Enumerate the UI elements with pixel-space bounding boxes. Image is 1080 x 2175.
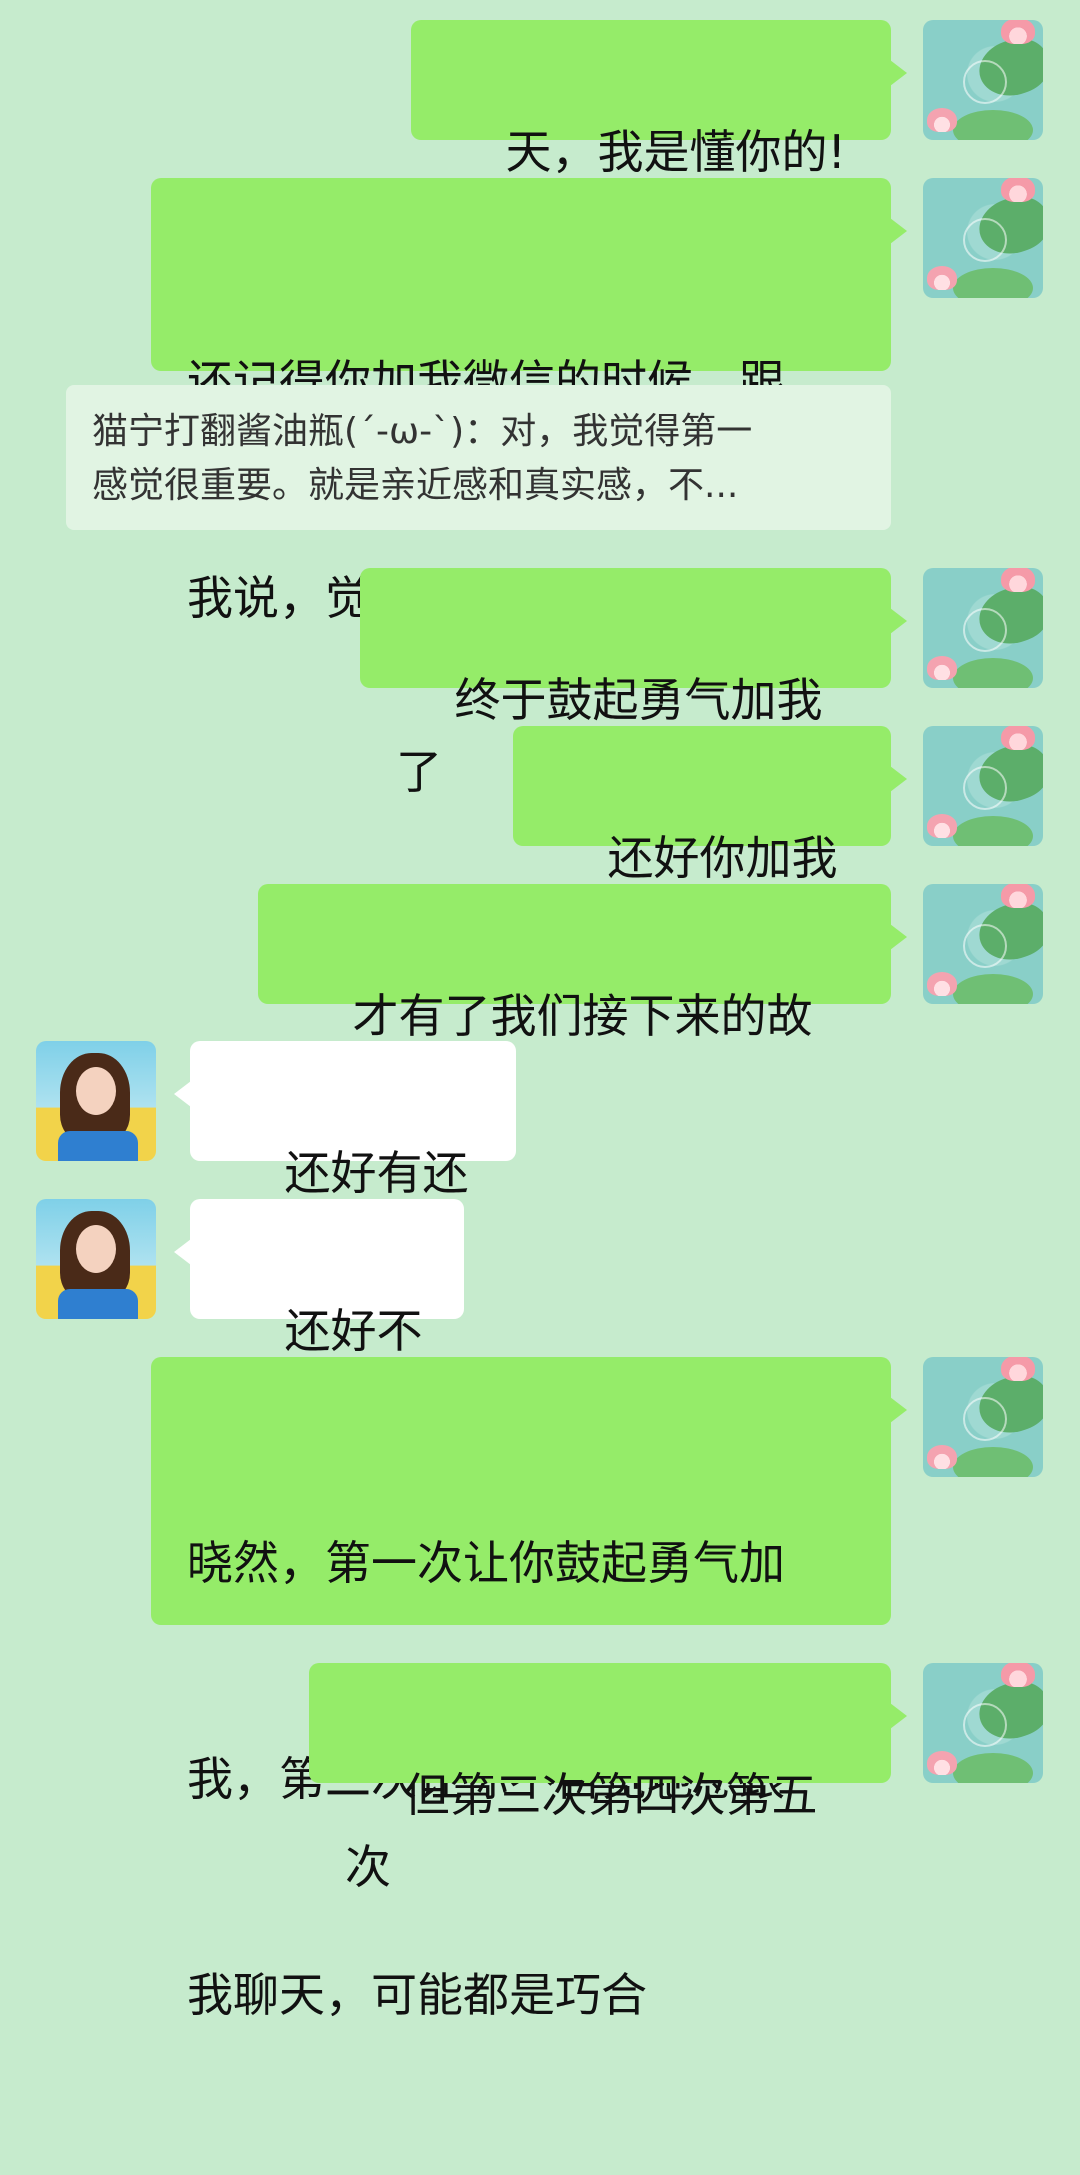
message-bubble[interactable]: 还好不晚: [174, 1199, 464, 1430]
message-bubble[interactable]: 但第三次第四次第五次: [309, 1663, 907, 1894]
contact-avatar[interactable]: [36, 1041, 156, 1161]
message-text-line: 我聊天，可能都是巧合: [187, 1968, 647, 2022]
my-avatar[interactable]: [923, 1663, 1043, 1783]
message-bubble[interactable]: 才有了我们接下来的故事: [258, 884, 907, 1115]
message-bubble[interactable]: 还记得你加我微信的时候，跟 我说，觉得我很高冷: [151, 178, 907, 625]
message-bubble[interactable]: 天，我是懂你的!: [411, 20, 907, 179]
message-bubble[interactable]: 还好有还好: [174, 1041, 516, 1272]
message-bubble[interactable]: 晓然，第一次让你鼓起勇气加 我，第二次让你不自觉地想跟 我聊天，可能都是巧合: [151, 1357, 907, 2022]
quoted-message[interactable]: 猫宁打翻酱油瓶(ˊ-ω-ˋ)：对，我觉得第一 感觉很重要。就是亲近感和真实感，不…: [66, 385, 891, 530]
quote-text-line: 感觉很重要。就是亲近感和真实感，不...: [92, 465, 739, 506]
my-avatar[interactable]: [923, 1357, 1043, 1477]
message-bubble[interactable]: 还好你加我了: [513, 726, 907, 957]
my-avatar[interactable]: [923, 568, 1043, 688]
my-avatar[interactable]: [923, 178, 1043, 298]
my-avatar[interactable]: [923, 20, 1043, 140]
message-bubble[interactable]: 终于鼓起勇气加我了: [360, 568, 907, 799]
message-text-line: 晓然，第一次让你鼓起勇气加: [187, 1536, 785, 1590]
my-avatar[interactable]: [923, 884, 1043, 1004]
quote-text-line: 猫宁打翻酱油瓶(ˊ-ω-ˋ)：对，我觉得第一: [92, 411, 753, 452]
message-text: 天，我是懂你的!: [505, 125, 846, 179]
my-avatar[interactable]: [923, 726, 1043, 846]
contact-avatar[interactable]: [36, 1199, 156, 1319]
message-text: 但第三次第四次第五次: [345, 1768, 818, 1894]
